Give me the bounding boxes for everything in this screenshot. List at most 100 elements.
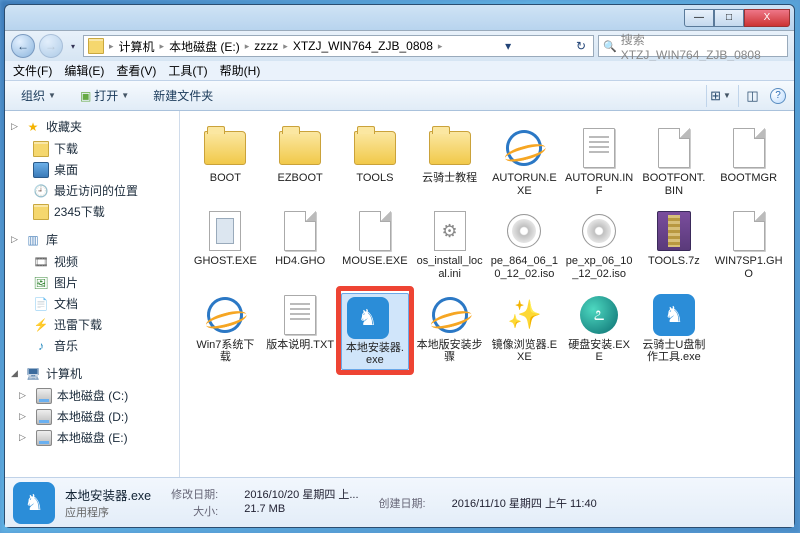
swirl-icon: ೭	[575, 293, 623, 337]
close-button[interactable]: X	[744, 9, 790, 27]
search-input[interactable]: 🔍 搜索 XTZJ_WIN764_ZJB_0808	[598, 35, 788, 57]
tree-recent[interactable]: 🕘最近访问的位置	[5, 180, 179, 201]
tree-desktop[interactable]: 桌面	[5, 159, 179, 180]
tree-2345[interactable]: 2345下载	[5, 201, 179, 222]
tree-libraries[interactable]: ▷▥库	[5, 228, 179, 251]
tree-favorites[interactable]: ▷★收藏夹	[5, 115, 179, 138]
recent-icon: 🕘	[33, 183, 49, 199]
txt-icon	[575, 126, 623, 170]
file-item[interactable]: 云骑士教程	[412, 121, 487, 200]
file-label: 版本说明.TXT	[266, 339, 334, 352]
breadcrumb-segment[interactable]: 本地磁盘 (E:)	[167, 38, 242, 55]
menu-edit[interactable]: 编辑(E)	[64, 62, 104, 79]
file-item[interactable]: GHOST.EXE	[188, 204, 263, 283]
menu-file[interactable]: 文件(F)	[13, 62, 52, 79]
file-item[interactable]: TOOLS	[338, 121, 413, 200]
details-created-value: 2016/11/10 星期四 上午 11:40	[452, 495, 597, 511]
breadcrumb-segment[interactable]: XTZJ_WIN764_ZJB_0808	[291, 39, 435, 53]
maximize-button[interactable]: □	[714, 9, 744, 27]
forward-button[interactable]: →	[39, 34, 63, 58]
file-label: AUTORUN.INF	[565, 172, 634, 197]
folder-icon	[201, 126, 249, 170]
ie-icon	[201, 293, 249, 337]
file-item[interactable]: MOUSE.EXE	[338, 204, 413, 283]
file-label: TOOLS	[356, 172, 393, 185]
titlebar[interactable]: — □ X	[5, 5, 794, 31]
file-item[interactable]: HD4.GHO	[263, 204, 338, 283]
details-size-label: 大小:	[171, 503, 222, 519]
tree-documents[interactable]: 📄文档	[5, 293, 179, 314]
file-item[interactable]: Win7系统下载	[188, 288, 263, 373]
file-label: 本地安装器.exe	[344, 342, 407, 367]
file-label: BOOTMGR	[720, 172, 777, 185]
newfolder-button[interactable]: 新建文件夹	[145, 84, 221, 107]
tree-computer[interactable]: ◢🖥计算机	[5, 362, 179, 385]
search-placeholder: 搜索 XTZJ_WIN764_ZJB_0808	[621, 31, 783, 62]
refresh-button[interactable]: ↻	[571, 39, 591, 53]
tree-downloads[interactable]: 下载	[5, 138, 179, 159]
command-toolbar: 组织 ▼ ▣ 打开 ▼ 新建文件夹 ⊞ ▼ ◫ ?	[5, 81, 794, 111]
tree-pictures[interactable]: 🖼图片	[5, 272, 179, 293]
help-button[interactable]: ?	[770, 88, 786, 104]
details-modified-value: 2016/10/20 星期四 上...	[244, 486, 358, 502]
breadcrumb-segment[interactable]: 计算机	[117, 38, 157, 55]
file-list[interactable]: BOOT EZBOOT TOOLS 云骑士教程 AUTORUN.EXEAUTORUN.I…	[180, 111, 794, 477]
tree-disk-e[interactable]: ▷本地磁盘 (E:)	[5, 427, 179, 448]
iso-icon	[500, 209, 548, 253]
rar-icon	[650, 209, 698, 253]
file-item[interactable]: AUTORUN.INF	[562, 121, 637, 200]
tree-disk-c[interactable]: ▷本地磁盘 (C:)	[5, 385, 179, 406]
refresh-dropdown[interactable]: ▾	[500, 39, 516, 53]
minimize-button[interactable]: —	[684, 9, 714, 27]
details-name: 本地安装器.exe	[65, 485, 151, 504]
preview-pane-button[interactable]: ◫	[738, 85, 760, 107]
file-item[interactable]: WIN7SP1.GHO	[711, 204, 786, 283]
breadcrumb-segment[interactable]: zzzz	[252, 39, 280, 53]
app-icon: ♞	[13, 482, 55, 524]
file-item[interactable]: ೭硬盘安装.EXE	[562, 288, 637, 373]
file-item[interactable]: os_install_local.ini	[412, 204, 487, 283]
file-item[interactable]: BOOTFONT.BIN	[637, 121, 712, 200]
details-modified-label: 修改日期:	[171, 486, 222, 502]
organize-button[interactable]: 组织 ▼	[13, 84, 64, 107]
file-label: 云骑士U盘制作工具.exe	[640, 339, 709, 364]
breadcrumb-bar[interactable]: ▸ 计算机▸ 本地磁盘 (E:)▸ zzzz▸ XTZJ_WIN764_ZJB_…	[83, 35, 594, 57]
file-label: BOOTFONT.BIN	[640, 172, 709, 197]
file-item[interactable]: 版本说明.TXT	[263, 288, 338, 373]
file-item[interactable]: AUTORUN.EXE	[487, 121, 562, 200]
file-item[interactable]: EZBOOT	[263, 121, 338, 200]
menu-help[interactable]: 帮助(H)	[220, 62, 261, 79]
back-button[interactable]: ←	[11, 34, 35, 58]
file-item[interactable]: BOOT	[188, 121, 263, 200]
file-item[interactable]: 本地版安装步骤	[412, 288, 487, 373]
file-item[interactable]: ♞本地安装器.exe	[338, 288, 413, 373]
ini-icon	[426, 209, 474, 253]
tree-video[interactable]: 🎞视频	[5, 251, 179, 272]
menu-view[interactable]: 查看(V)	[116, 62, 156, 79]
file-label: EZBOOT	[278, 172, 323, 185]
details-pane: ♞ 本地安装器.exe 应用程序 修改日期:2016/10/20 星期四 上..…	[5, 477, 794, 527]
desktop-icon	[33, 162, 49, 178]
file-item[interactable]: TOOLS.7z	[637, 204, 712, 283]
view-mode-button[interactable]: ⊞ ▼	[706, 85, 728, 107]
txt-icon	[276, 293, 324, 337]
folder-icon	[33, 141, 49, 157]
file-item[interactable]: BOOTMGR	[711, 121, 786, 200]
file-item[interactable]: ♞云骑士U盘制作工具.exe	[637, 288, 712, 373]
navigation-pane[interactable]: ▷★收藏夹 下载 桌面 🕘最近访问的位置 2345下载 ▷▥库 🎞视频 🖼图片 …	[5, 111, 180, 477]
file-item[interactable]: pe_864_06_10_12_02.iso	[487, 204, 562, 283]
tree-disk-d[interactable]: ▷本地磁盘 (D:)	[5, 406, 179, 427]
history-dropdown[interactable]: ▾	[67, 35, 79, 57]
open-button[interactable]: ▣ 打开 ▼	[72, 84, 137, 107]
file-label: WIN7SP1.GHO	[714, 255, 783, 280]
file-label: 云骑士教程	[422, 172, 477, 185]
file-label: GHOST.EXE	[194, 255, 257, 268]
tree-music[interactable]: ♪音乐	[5, 335, 179, 356]
blank-icon	[725, 209, 773, 253]
file-item[interactable]: pe_xp_06_10_12_02.iso	[562, 204, 637, 283]
tree-thunder[interactable]: ⚡迅雷下载	[5, 314, 179, 335]
file-item[interactable]: ✨镜像浏览器.EXE	[487, 288, 562, 373]
file-label: Win7系统下载	[191, 339, 260, 364]
iso-icon	[575, 209, 623, 253]
menu-tools[interactable]: 工具(T)	[168, 62, 207, 79]
